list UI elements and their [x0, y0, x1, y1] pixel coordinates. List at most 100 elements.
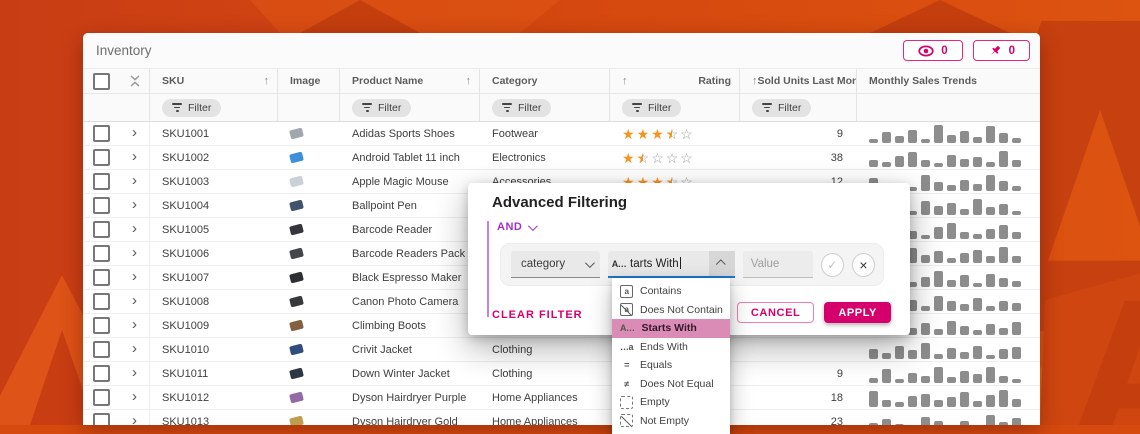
menu-item-starts-with[interactable]: A… Starts With	[612, 319, 730, 338]
cell-product-name: Adidas Sports Shoes	[352, 127, 455, 140]
column-label: Sold Units Last Month	[757, 75, 857, 87]
row-checkbox[interactable]	[93, 221, 110, 238]
chevron-right-icon[interactable]: ›	[132, 173, 137, 188]
cell-sales-trend	[857, 362, 1040, 385]
row-checkbox[interactable]	[93, 149, 110, 166]
header-cell-sel[interactable]	[83, 69, 120, 93]
header-cell-rating[interactable]: ↑ Rating	[610, 69, 740, 93]
discard-condition-button[interactable]: ×	[851, 252, 876, 277]
and-operator-button[interactable]: AND	[497, 220, 539, 233]
menu-item-not-empty[interactable]: Not Empty	[612, 412, 730, 431]
chevron-right-icon[interactable]: ›	[132, 293, 137, 308]
apply-button[interactable]: APPLY	[824, 302, 891, 323]
header-cell-expand[interactable]	[120, 69, 150, 93]
filter-icon	[362, 103, 372, 112]
cell-sold-units: 9	[836, 367, 843, 380]
chevron-right-icon[interactable]: ›	[132, 341, 137, 356]
chevron-right-icon[interactable]: ›	[132, 317, 137, 332]
dialog-title: Advanced Filtering	[492, 194, 628, 211]
row-expander-cell: ›	[120, 194, 150, 217]
chevron-right-icon[interactable]: ›	[132, 197, 137, 212]
filter-chip-product-name[interactable]: Filter	[352, 98, 412, 117]
row-checkbox[interactable]	[93, 197, 110, 214]
and-operator-label: AND	[497, 221, 523, 233]
svg-text:A: A	[1075, 266, 1140, 425]
chevron-right-icon[interactable]: ›	[132, 413, 137, 425]
sparkline	[869, 412, 1021, 425]
row-checkbox-cell	[83, 122, 120, 145]
product-thumbnail	[289, 295, 304, 308]
cell-product-name: Android Tablet 11 inch	[352, 151, 460, 164]
field-select[interactable]: category	[511, 251, 601, 278]
menu-item-empty[interactable]: Empty	[612, 393, 730, 412]
menu-item-contains[interactable]: a Contains	[612, 282, 730, 301]
hidden-columns-button[interactable]: 0	[903, 40, 963, 61]
condition-combo[interactable]: A… tarts With	[608, 251, 735, 278]
cell-image	[278, 338, 340, 361]
menu-item-does-not-contain[interactable]: a Does Not Contain	[612, 301, 730, 320]
menu-item-label: Equals	[640, 359, 673, 372]
header-cell-sold[interactable]: ↑Sold Units Last Month	[740, 69, 857, 93]
chevron-right-icon[interactable]: ›	[132, 245, 137, 260]
filter-chip-rating[interactable]: Filter	[622, 98, 682, 117]
row-checkbox[interactable]	[93, 389, 110, 406]
table-row: › SKU1002 Android Tablet 11 inch Electronic…	[83, 146, 1040, 170]
row-expander-cell: ›	[120, 266, 150, 289]
row-checkbox[interactable]	[93, 125, 110, 142]
product-thumbnail	[289, 271, 304, 284]
chevron-right-icon[interactable]: ›	[132, 125, 137, 140]
pinned-columns-button[interactable]: 0	[972, 40, 1030, 61]
value-input[interactable]	[742, 251, 813, 278]
row-checkbox[interactable]	[93, 293, 110, 310]
product-thumbnail	[289, 223, 304, 236]
row-checkbox[interactable]	[93, 365, 110, 382]
cancel-button[interactable]: CANCEL	[736, 302, 815, 323]
filter-cell-sel	[83, 94, 120, 121]
filter-chip-category[interactable]: Filter	[492, 98, 552, 117]
filter-chip-sku[interactable]: Filter	[162, 98, 222, 117]
cell-category: Clothing	[492, 343, 533, 356]
row-expander-cell: ›	[120, 314, 150, 337]
cell-image	[278, 194, 340, 217]
row-checkbox[interactable]	[93, 245, 110, 262]
row-checkbox[interactable]	[93, 269, 110, 286]
hidden-count: 0	[941, 44, 948, 57]
menu-item-ends-with[interactable]: …a Ends With	[612, 338, 730, 357]
filter-cell-expand	[120, 94, 150, 121]
collapse-all-icon[interactable]	[129, 75, 140, 87]
cell-product-name: Ballpoint Pen	[352, 199, 417, 212]
cell-rating: ★ ★ ★ ☆ ★ ☆	[610, 122, 740, 145]
header-cell-name[interactable]: Product Name ↑	[340, 69, 480, 93]
chevron-right-icon[interactable]: ›	[132, 389, 137, 404]
row-checkbox[interactable]	[93, 173, 110, 190]
row-checkbox[interactable]	[93, 317, 110, 334]
chevron-right-icon[interactable]: ›	[132, 149, 137, 164]
cell-rating: ★ ☆ ★ ☆ ☆ ☆	[610, 146, 740, 169]
select-all-checkbox[interactable]	[93, 72, 110, 90]
row-expander-cell: ›	[120, 362, 150, 385]
row-checkbox-cell	[83, 386, 120, 409]
row-checkbox-cell	[83, 194, 120, 217]
header-cell-sku[interactable]: SKU ↑	[150, 69, 278, 93]
menu-item-equals[interactable]: = Equals	[612, 356, 730, 375]
row-checkbox-cell	[83, 170, 120, 193]
sort-asc-icon[interactable]: ↑	[264, 75, 270, 87]
row-checkbox[interactable]	[93, 413, 110, 425]
commit-condition-button[interactable]: ✓	[820, 252, 844, 277]
filter-cell-spark	[857, 94, 1040, 121]
chevron-right-icon[interactable]: ›	[132, 221, 137, 236]
cell-sku: SKU1003	[162, 175, 210, 188]
column-label: Rating	[698, 75, 731, 87]
sort-asc-icon[interactable]: ↑	[622, 75, 628, 87]
condition-input[interactable]: tarts With	[630, 257, 709, 270]
sort-asc-icon[interactable]: ↑	[466, 75, 472, 87]
condition-dropdown-toggle[interactable]	[708, 251, 735, 276]
chevron-right-icon[interactable]: ›	[132, 269, 137, 284]
menu-item-does-not-equal[interactable]: ≠ Does Not Equal	[612, 375, 730, 394]
clear-filter-button[interactable]: CLEAR FILTER	[492, 309, 583, 321]
screenshot-root: A A Inventory 0 0	[0, 0, 1140, 434]
chevron-right-icon[interactable]: ›	[132, 365, 137, 380]
row-checkbox[interactable]	[93, 341, 110, 358]
cell-sku: SKU1008	[162, 295, 210, 308]
filter-chip-sold-units-last-month[interactable]: Filter	[752, 98, 812, 117]
